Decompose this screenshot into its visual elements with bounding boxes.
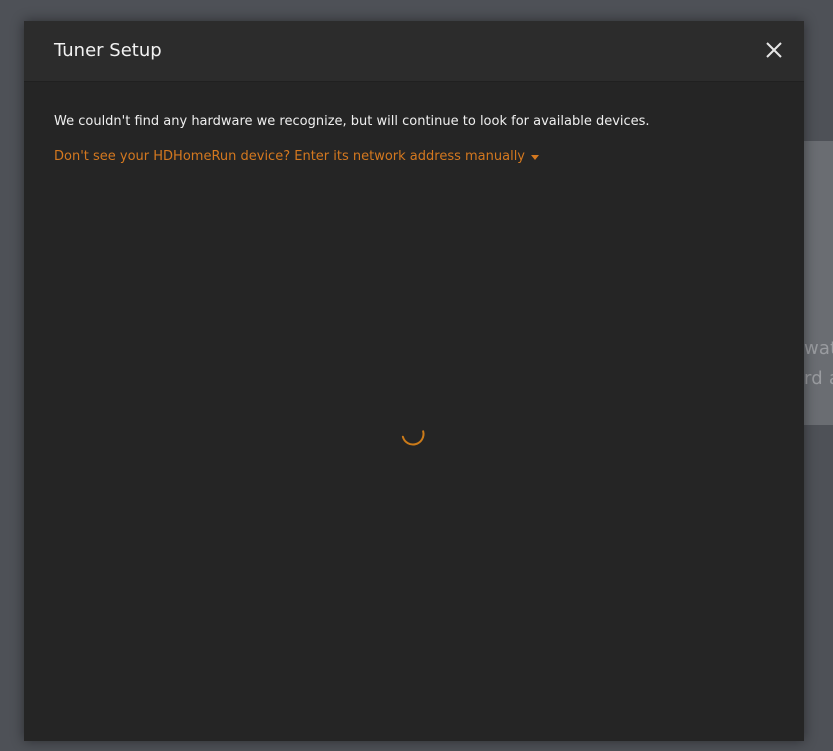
close-icon bbox=[766, 42, 782, 58]
dialog-header: Tuner Setup bbox=[24, 21, 804, 82]
no-hardware-message: We couldn't find any hardware we recogni… bbox=[54, 114, 650, 129]
background-text-line-2: rd a bbox=[804, 368, 833, 389]
loading-spinner-icon bbox=[401, 430, 425, 446]
background-text-line-1: watc bbox=[804, 338, 833, 359]
manual-address-link-label: Don't see your HDHomeRun device? Enter i… bbox=[54, 149, 526, 164]
tuner-setup-dialog: Tuner Setup We couldn't find any hardwar… bbox=[24, 21, 804, 741]
dialog-title: Tuner Setup bbox=[54, 40, 162, 61]
caret-down-icon bbox=[531, 154, 540, 160]
manual-address-link[interactable]: Don't see your HDHomeRun device? Enter i… bbox=[54, 148, 540, 166]
close-button[interactable] bbox=[764, 40, 784, 60]
dialog-body: We couldn't find any hardware we recogni… bbox=[54, 113, 774, 166]
